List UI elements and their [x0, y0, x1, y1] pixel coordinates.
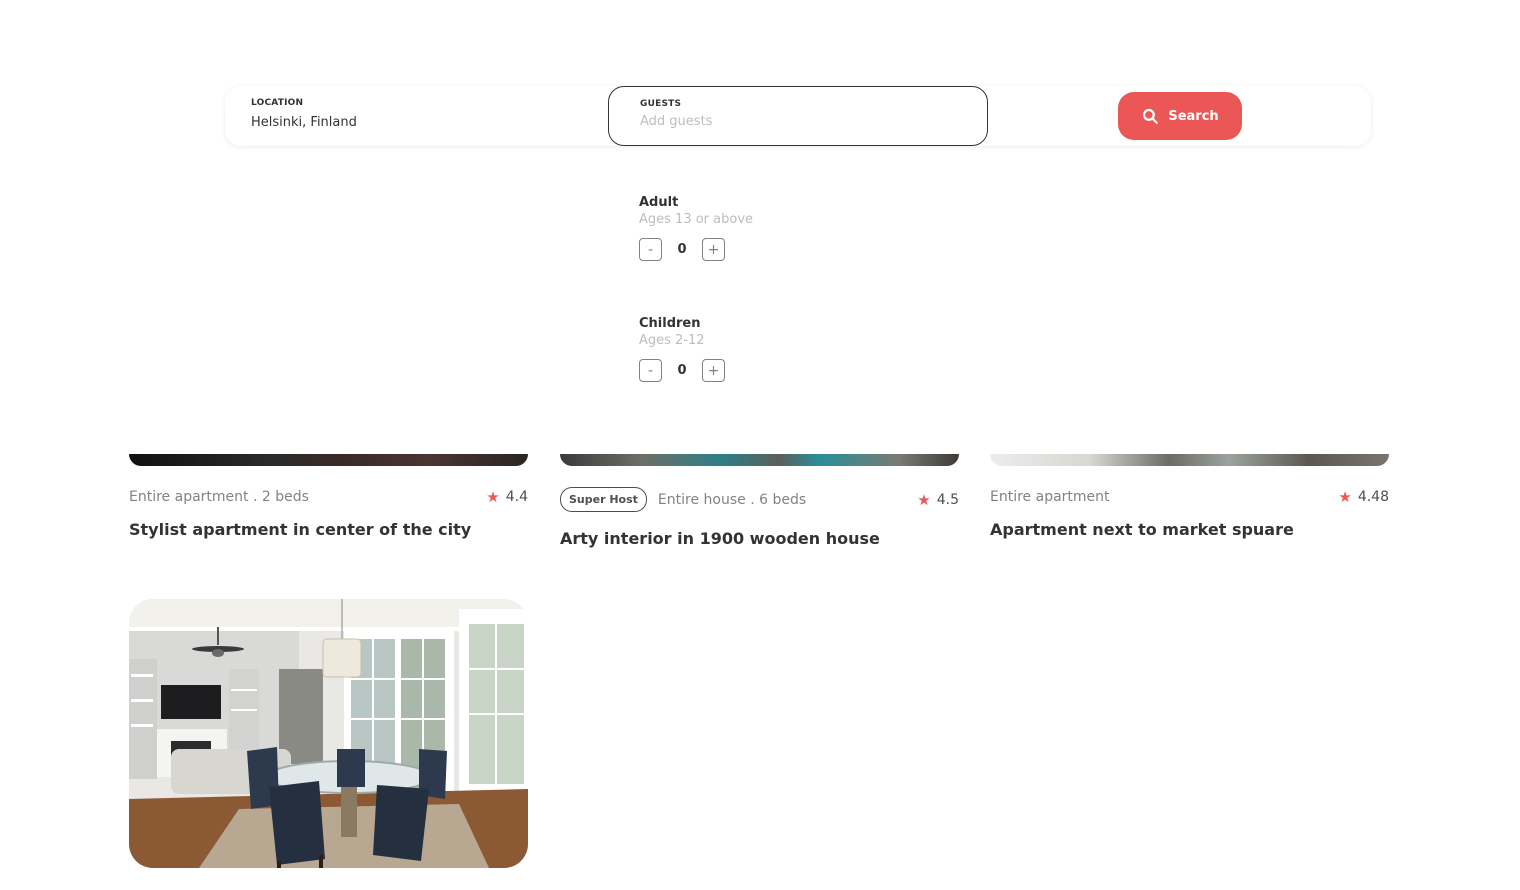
- stay-meta: Entire apartment . 2 beds ★ 4.4: [129, 488, 528, 506]
- location-value[interactable]: Helsinki, Finland: [251, 115, 357, 130]
- children-count: 0: [677, 363, 687, 378]
- stay-rating: ★ 4.48: [1338, 488, 1389, 506]
- rating-value: 4.4: [505, 489, 528, 505]
- stay-card[interactable]: Entire apartment . 2 beds ★ 4.4 Stylist …: [129, 454, 528, 554]
- stay-photo[interactable]: [129, 454, 528, 466]
- stay-title[interactable]: Stylist apartment in center of the city: [129, 520, 471, 539]
- search-icon: [1143, 108, 1159, 124]
- children-title: Children: [639, 316, 701, 331]
- star-icon: ★: [1338, 488, 1352, 506]
- stay-type: Entire apartment . 2 beds: [129, 489, 309, 505]
- stay-rating: ★ 4.4: [486, 488, 528, 506]
- stay-meta: Entire apartment ★ 4.48: [990, 488, 1389, 506]
- adult-increment-button[interactable]: +: [702, 238, 725, 261]
- stay-title[interactable]: Apartment next to market spuare: [990, 520, 1294, 539]
- stay-card[interactable]: Entire apartment ★ 4.48 Apartment next t…: [990, 454, 1389, 554]
- adult-subtitle: Ages 13 or above: [639, 212, 754, 227]
- adult-decrement-button[interactable]: -: [639, 238, 662, 261]
- dining-room-image: [129, 599, 528, 868]
- guests-input[interactable]: [640, 114, 940, 129]
- stay-photo[interactable]: [990, 454, 1389, 466]
- stay-type: Entire house . 6 beds: [657, 491, 807, 508]
- stay-photo[interactable]: [560, 454, 959, 466]
- adult-count: 0: [677, 242, 687, 257]
- search-button-label: Search: [1168, 108, 1219, 124]
- star-icon: ★: [917, 490, 931, 509]
- guests-field[interactable]: GUESTS: [608, 86, 988, 146]
- rating-value: 4.48: [1357, 489, 1389, 505]
- stay-type: Entire apartment: [990, 489, 1110, 505]
- super-host-badge: Super Host: [560, 487, 647, 512]
- location-field[interactable]: LOCATION Helsinki, Finland: [251, 98, 357, 130]
- search-button[interactable]: Search: [1118, 92, 1242, 140]
- adult-guests-panel: Adult Ages 13 or above - 0 +: [639, 195, 753, 261]
- stay-photo[interactable]: [129, 599, 528, 868]
- children-subtitle: Ages 2-12: [639, 333, 705, 348]
- search-bar: LOCATION Helsinki, Finland GUESTS Search: [225, 86, 1371, 146]
- stay-card[interactable]: Super Host Entire house . 6 beds ★ 4.5 A…: [560, 454, 959, 554]
- stay-rating: ★ 4.5: [917, 491, 959, 509]
- stay-meta: Super Host Entire house . 6 beds ★ 4.5: [560, 487, 959, 512]
- location-label: LOCATION: [251, 98, 304, 108]
- children-stepper: - 0 +: [639, 359, 725, 382]
- stay-title[interactable]: Arty interior in 1900 wooden house: [560, 529, 880, 548]
- adult-title: Adult: [639, 195, 679, 210]
- star-icon: ★: [486, 488, 500, 506]
- children-decrement-button[interactable]: -: [639, 359, 662, 382]
- children-guests-panel: Children Ages 2-12 - 0 +: [639, 316, 725, 382]
- children-increment-button[interactable]: +: [702, 359, 725, 382]
- adult-stepper: - 0 +: [639, 238, 753, 261]
- guests-label: GUESTS: [640, 99, 682, 109]
- rating-value: 4.5: [936, 491, 959, 508]
